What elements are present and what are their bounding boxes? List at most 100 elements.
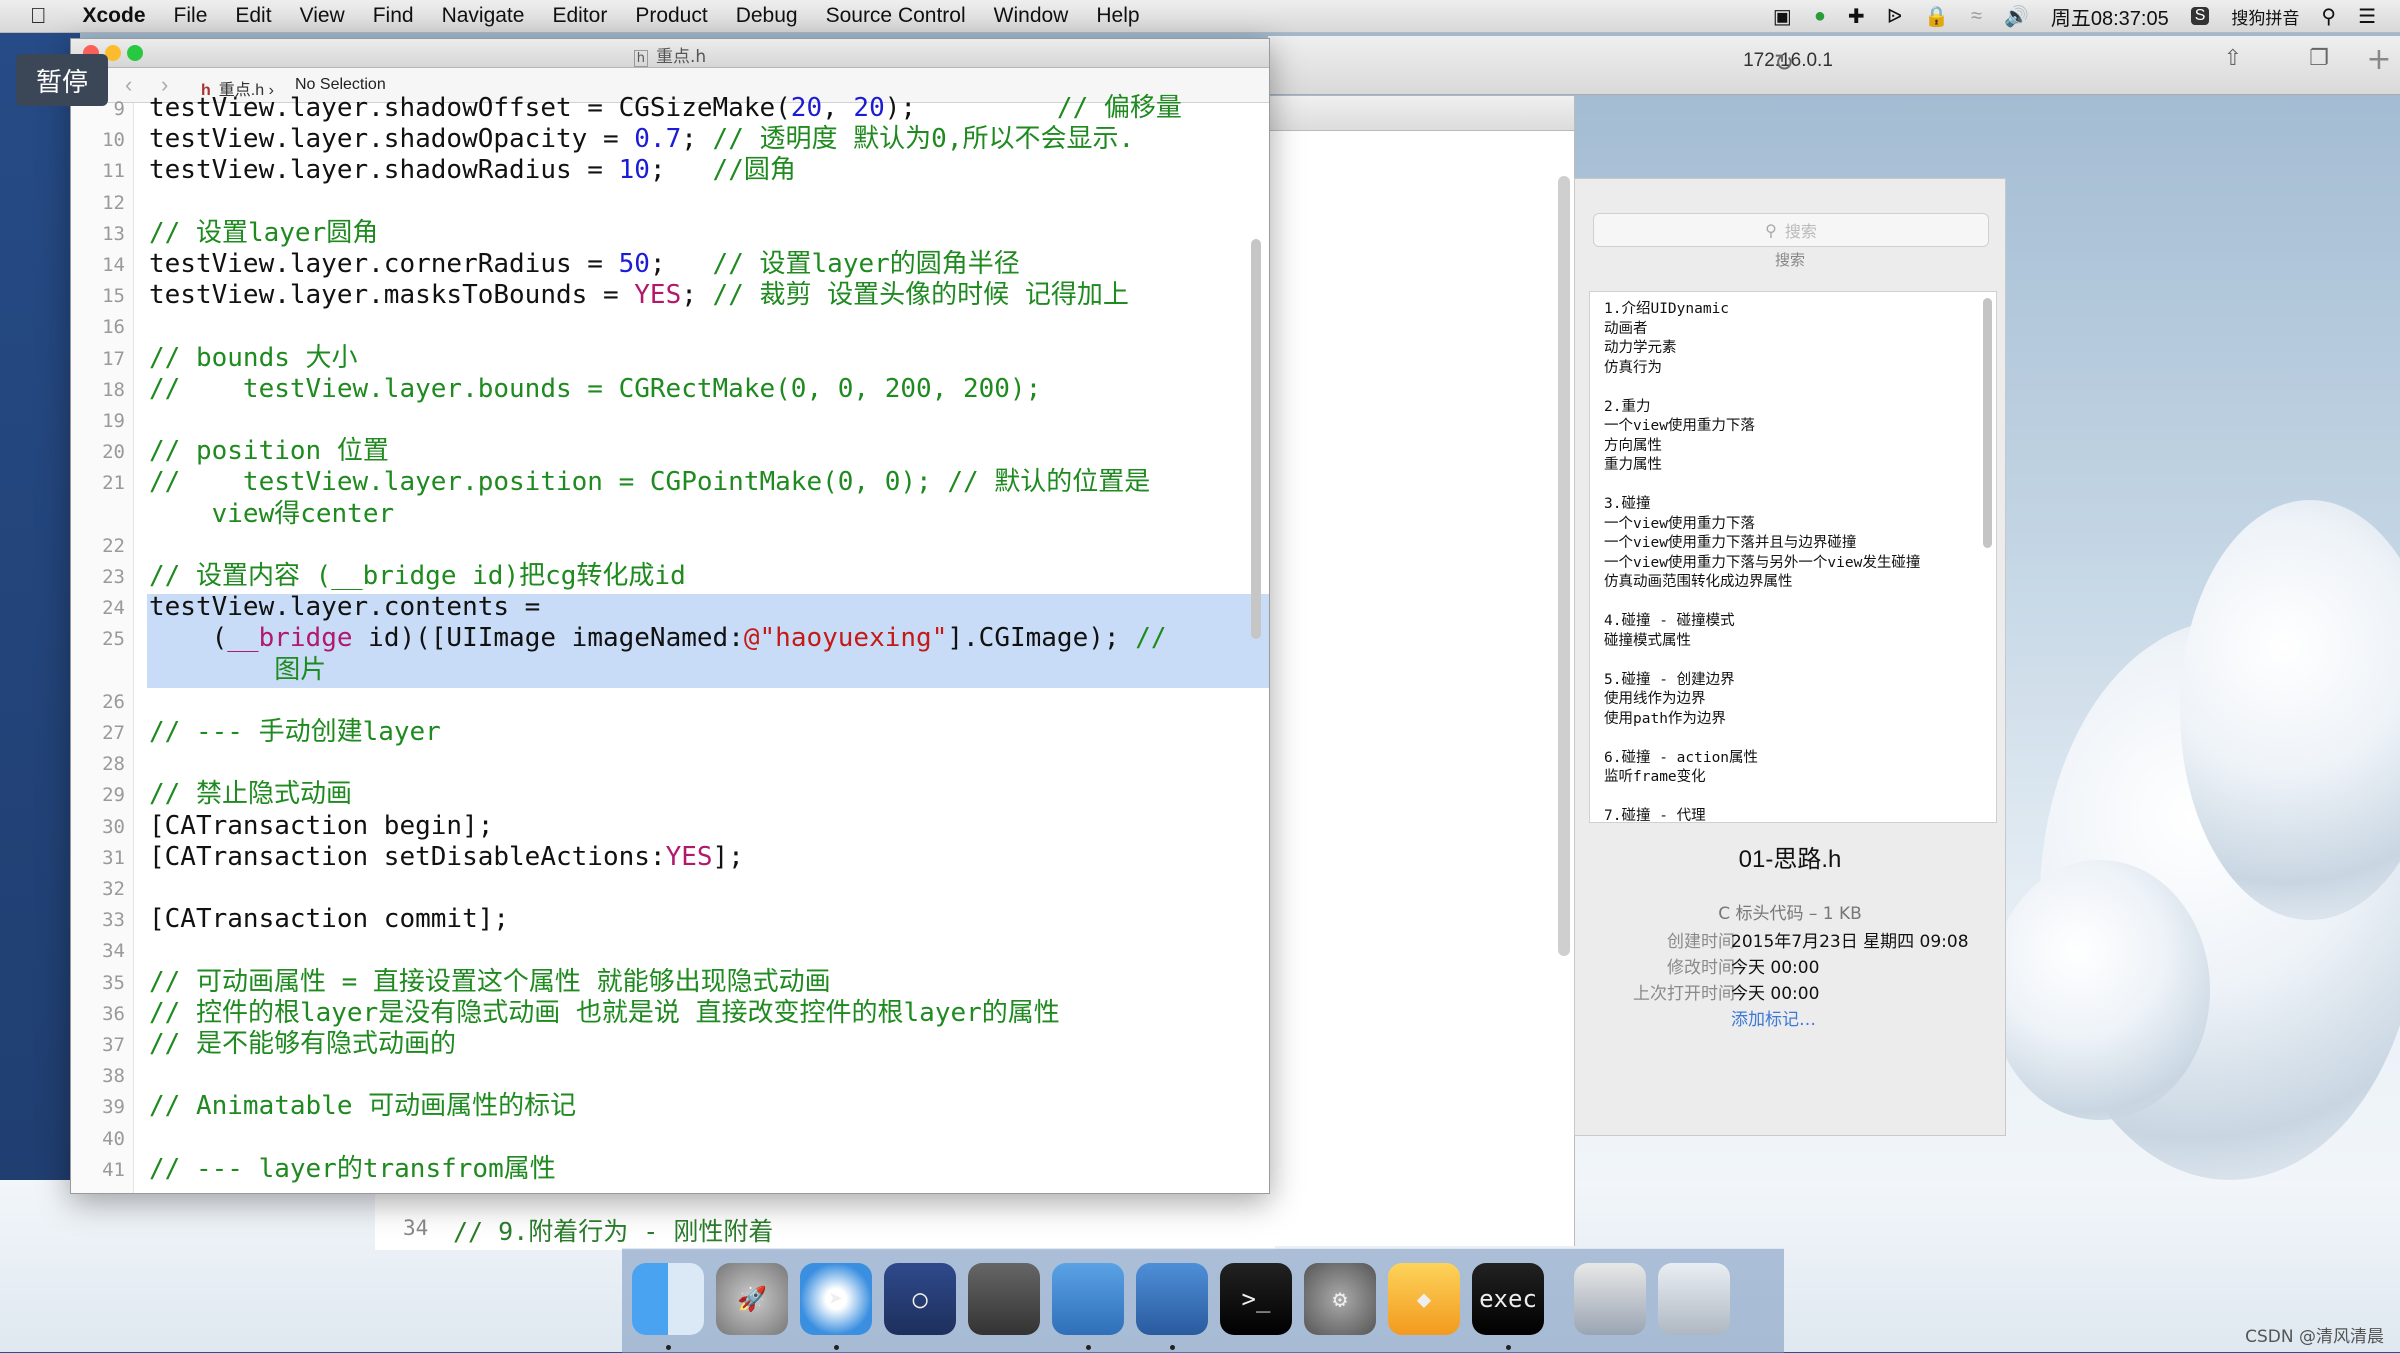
lock-icon[interactable]: 🔒 [1924,4,1949,29]
xcode-icon[interactable] [1052,1263,1124,1335]
code-line: [CATransaction setDisableActions:YES]; [149,841,744,872]
file-preview[interactable]: 1.介绍UIDynamic 动画者 动力学元素 仿真行为 2.重力 一个view… [1589,291,1997,823]
trash-icon[interactable] [1658,1263,1730,1335]
code-line: // testView.layer.position = CGPointMake… [149,467,1151,498]
code-line: (__bridge id)([UIImage imageNamed:@"haoy… [149,623,1167,654]
line-number: 30 [102,815,125,838]
instruments-icon[interactable] [1136,1263,1208,1335]
menu-window[interactable]: Window [994,4,1069,28]
code-line: // --- layer的transfrom属性 [149,1153,556,1184]
line-number: 39 [102,1096,125,1119]
line-number: 13 [102,222,125,245]
input-method-label[interactable]: 搜狗拼音 [2231,4,2299,29]
window-title-text: 重点.h [656,47,707,67]
finder-icon[interactable] [632,1263,704,1335]
finder-search-field[interactable]: ⚲ 搜索 [1593,213,1989,247]
menu-product[interactable]: Product [635,4,707,28]
browser-toolbar: 172.16.0.1 ↻ ⇧ ❐ + [1268,36,2400,95]
menu-clock[interactable]: 周五08:37:05 [2051,2,2169,31]
editor-scrollbar[interactable] [1251,239,1261,639]
menu-editor[interactable]: Editor [552,4,607,28]
code-line: testView.layer.shadowOffset = CGSizeMake… [149,93,1182,123]
code-line: // 设置内容 (__bridge id)把cg转化成id [149,561,686,591]
finder-info-panel: ⚲ 搜索 搜索 1.介绍UIDynamic 动画者 动力学元素 仿真行为 2.重… [1574,178,2006,1136]
code-editor[interactable]: 9 testView.layer.shadowOffset = CGSizeMak… [71,93,1269,1193]
info-key: 修改时间 [1667,958,1735,978]
launchpad-icon[interactable]: 🚀 [716,1263,788,1335]
line-number: 40 [102,1127,125,1150]
line-number: 18 [102,378,125,401]
volume-icon[interactable]: 🔊 [2004,4,2029,29]
sketch-icon[interactable]: ◆ [1388,1263,1460,1335]
refresh-icon[interactable]: ↻ [1774,49,1794,77]
line-number: 28 [102,753,125,776]
safari-icon[interactable]: ➤ [800,1263,872,1335]
menu-view[interactable]: View [300,4,345,28]
notification-center-icon[interactable]: ☰ [2358,4,2376,29]
line-number: 41 [102,1158,125,1181]
back-arrow-icon[interactable]: ‹ [125,72,132,98]
line-number: 35 [102,971,125,994]
info-value: 今天 00:00 [1731,984,1820,1004]
tabs-icon[interactable]: ❐ [2304,46,2334,76]
pause-badge[interactable]: 暂停 [16,54,108,106]
menu-debug[interactable]: Debug [736,4,798,28]
menu-app-name[interactable]: Xcode [83,4,146,28]
file-kind: C 标头代码 – 1 KB [1718,904,1862,924]
preview-scrollbar[interactable] [1983,298,1992,548]
line-number: 26 [102,690,125,713]
system-preferences-icon[interactable]: ⚙ [1304,1263,1376,1335]
watermark: CSDN @清风清晨 [2245,1327,2384,1347]
line-number: 21 [102,472,125,495]
bluetooth-icon[interactable]: ᐉ [1887,4,1902,29]
menu-bar:  Xcode File Edit View Find Navigate Edi… [0,0,2400,33]
apple-menu-icon[interactable]:  [30,3,47,29]
running-indicator [834,1345,839,1350]
menu-help[interactable]: Help [1096,4,1139,28]
line-number: 23 [102,566,125,588]
screen-record-icon[interactable]: ▣ [1773,4,1792,29]
code-line: testView.layer.contents = [149,592,541,623]
jump-bar-selection[interactable]: No Selection [295,76,386,94]
terminal-icon[interactable]: >_ [1220,1263,1292,1335]
line-number: 10 [102,129,125,152]
menu-edit[interactable]: Edit [235,4,271,28]
new-tab-icon[interactable]: + [2362,42,2396,77]
xcode-window: h 重点.h ‹ › h 重点.h › No Selection 9 testView… [70,38,1270,1194]
line-number: 20 [102,441,125,464]
info-key: 创建时间 [1667,932,1735,952]
share-icon[interactable]: ⇧ [2218,46,2248,76]
photo-slideshow-icon[interactable] [968,1263,1040,1335]
background-window [1268,96,1575,1246]
status-circle-icon[interactable]: ● [1814,5,1826,28]
line-number: 11 [102,160,125,183]
code-line: 图片 [149,654,327,685]
menu-navigate[interactable]: Navigate [442,4,525,28]
spotlight-icon[interactable]: ⚲ [2321,4,2336,29]
line-number: 17 [102,347,125,370]
crosshair-icon[interactable]: ✚ [1848,4,1865,29]
quicktime-icon[interactable] [1574,1263,1646,1335]
mouse-app-icon[interactable]: ◯ [884,1263,956,1335]
info-value: 2015年7月23日 星期四 09:08 [1731,932,1969,952]
code-line: // 设置layer圆角 [149,217,379,248]
background-window-scrollbar[interactable] [1558,176,1570,956]
line-number: 29 [102,784,125,807]
info-key: 上次打开时间 [1633,984,1735,1004]
menu-source-control[interactable]: Source Control [826,4,966,28]
code-line: // 控件的根layer是没有隐式动画 也就是说 直接改变控件的根layer的属… [149,997,1060,1028]
exec-icon[interactable]: exec [1472,1263,1544,1335]
wifi-icon[interactable]: ≈ [1971,5,1982,28]
menu-file[interactable]: File [174,4,208,28]
window-title: h 重点.h [71,42,1269,67]
menu-find[interactable]: Find [373,4,414,28]
line-number: 19 [102,410,125,432]
code-line: [CATransaction commit]; [149,904,510,935]
dock: 🚀 ➤ ◯ >_ ⚙ ◆ exec [622,1248,1784,1353]
finder-search-label: 搜索 [1774,251,1805,269]
add-tags-link[interactable]: 添加标记… [1731,1005,1816,1030]
line-number: 16 [102,316,125,339]
running-indicator [1170,1345,1175,1350]
input-method-icon[interactable]: S [2190,7,2210,25]
search-icon: ⚲ [1765,220,1777,240]
